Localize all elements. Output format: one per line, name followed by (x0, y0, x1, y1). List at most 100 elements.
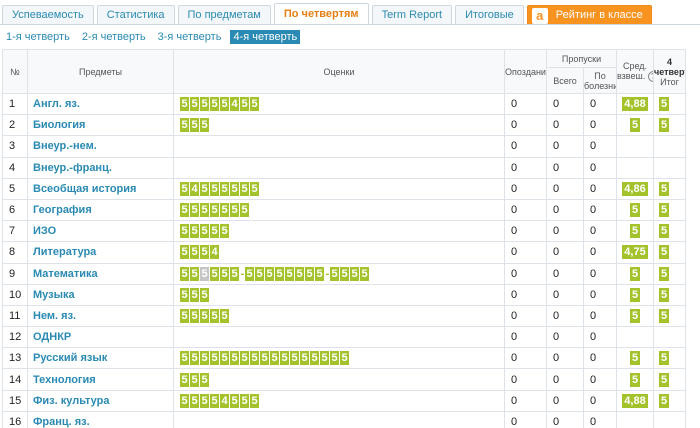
grade-mark[interactable]: 5 (265, 266, 274, 281)
grade-mark[interactable]: 5 (230, 351, 239, 366)
grade-mark[interactable]: 5 (190, 393, 199, 408)
grade-mark[interactable]: 5 (255, 266, 264, 281)
grade-mark[interactable]: 5 (220, 203, 229, 218)
subject-link[interactable]: География (27, 198, 174, 222)
grade-mark[interactable]: 5 (210, 393, 219, 408)
grade-mark[interactable]: 4 (230, 97, 239, 112)
quarter-link-2[interactable]: 2-я четверть (82, 30, 146, 44)
subject-link[interactable]: ИЗО (27, 220, 174, 243)
grade-mark[interactable]: 5 (330, 266, 339, 281)
grade-mark[interactable]: 5 (340, 266, 349, 281)
grade-mark[interactable]: 5 (210, 308, 219, 323)
subject-link[interactable]: Литература (27, 241, 174, 264)
grade-mark[interactable]: 5 (245, 266, 254, 281)
grade-mark[interactable]: 5 (290, 351, 299, 366)
grade-mark[interactable]: 5 (190, 203, 199, 218)
grade-mark[interactable]: 5 (200, 181, 209, 196)
grade-mark[interactable]: 5 (295, 266, 304, 281)
grade-mark[interactable]: 5 (190, 118, 199, 133)
grade-mark[interactable]: 5 (240, 351, 249, 366)
grade-mark[interactable]: 5 (200, 97, 209, 112)
grade-mark[interactable]: 5 (285, 266, 294, 281)
grade-mark[interactable]: 5 (230, 393, 239, 408)
grade-mark[interactable]: 5 (200, 308, 209, 323)
subject-link[interactable]: Всеобщая история (27, 177, 174, 200)
tab-6[interactable]: Итоговые (455, 5, 524, 25)
rating-tab[interactable]: a Рейтинг в классе (526, 5, 652, 25)
grade-mark[interactable]: 5 (310, 351, 319, 366)
subject-link[interactable]: Внеур.-нем. (27, 135, 174, 158)
grade-mark[interactable]: 5 (210, 181, 219, 196)
grade-mark[interactable]: 5 (210, 266, 219, 281)
grade-mark[interactable]: 5 (240, 181, 249, 196)
grade-mark[interactable]: 5 (190, 224, 199, 239)
grade-mark[interactable]: 5 (190, 287, 199, 302)
subject-link[interactable]: Биология (27, 114, 174, 137)
grade-mark[interactable]: 5 (200, 118, 209, 133)
grade-mark[interactable]: 5 (200, 372, 209, 387)
grade-mark[interactable]: 5 (210, 351, 219, 366)
grade-mark[interactable]: 5 (180, 203, 189, 218)
grade-mark[interactable]: 5 (220, 308, 229, 323)
grade-mark[interactable]: 5 (190, 351, 199, 366)
tab-3[interactable]: По предметам (177, 5, 271, 25)
grade-mark[interactable]: 4 (220, 393, 229, 408)
grade-mark[interactable]: 5 (220, 266, 229, 281)
subject-link[interactable]: Франц. яз. (27, 410, 174, 428)
grade-mark[interactable]: 5 (200, 245, 209, 260)
tab-1[interactable]: Успеваемость (2, 5, 94, 25)
subject-link[interactable]: ОДНКР (27, 326, 174, 349)
subject-link[interactable]: Музыка (27, 283, 174, 306)
subject-link[interactable]: Нем. яз. (27, 304, 174, 328)
grade-mark[interactable]: 5 (240, 97, 249, 112)
grade-mark[interactable]: 5 (220, 224, 229, 239)
grade-mark[interactable]: 5 (220, 351, 229, 366)
grade-mark[interactable]: 5 (330, 351, 339, 366)
grade-mark[interactable]: 5 (360, 266, 369, 281)
grade-mark[interactable]: 5 (270, 351, 279, 366)
grade-mark[interactable]: 5 (180, 393, 189, 408)
subject-link[interactable]: Технология (27, 368, 174, 391)
grade-mark[interactable]: 5 (190, 372, 199, 387)
subject-link[interactable]: Физ. культура (27, 389, 174, 412)
grade-mark[interactable]: 5 (180, 287, 189, 302)
subject-link[interactable]: Внеур.-франц. (27, 156, 174, 179)
grade-mark[interactable]: 5 (260, 351, 269, 366)
grade-mark[interactable]: 5 (200, 351, 209, 366)
grade-mark[interactable]: 5 (200, 393, 209, 408)
tab-4[interactable]: По четвертям (273, 3, 369, 25)
grade-mark[interactable]: 5 (190, 266, 199, 281)
grade-mark[interactable]: 5 (230, 266, 239, 281)
grade-mark[interactable]: 5 (250, 181, 259, 196)
grade-mark[interactable]: 5 (190, 97, 199, 112)
grade-mark[interactable]: 5 (210, 224, 219, 239)
grade-mark[interactable]: 5 (220, 97, 229, 112)
grade-mark[interactable]: 4 (210, 245, 219, 260)
grade-mark[interactable]: 5 (280, 351, 289, 366)
tab-5[interactable]: Term Report (371, 5, 453, 25)
grade-mark[interactable]: 5 (305, 266, 314, 281)
grade-mark[interactable]: 5 (180, 118, 189, 133)
grade-mark[interactable]: 5 (210, 97, 219, 112)
grade-mark[interactable]: 5 (200, 287, 209, 302)
grade-mark[interactable]: 5 (210, 203, 219, 218)
grade-mark[interactable]: 5 (200, 266, 209, 281)
grade-mark[interactable]: 5 (350, 266, 359, 281)
grade-mark[interactable]: 5 (250, 393, 259, 408)
quarter-link-3[interactable]: 3-я четверть (158, 30, 222, 44)
quarter-link-1[interactable]: 1-я четверть (6, 30, 70, 44)
grade-mark[interactable]: 5 (250, 97, 259, 112)
subject-link[interactable]: Англ. яз. (27, 92, 174, 116)
grade-mark[interactable]: 5 (190, 308, 199, 323)
grade-mark[interactable]: 5 (180, 372, 189, 387)
grade-mark[interactable]: 5 (240, 203, 249, 218)
grade-mark[interactable]: 5 (230, 181, 239, 196)
grade-mark[interactable]: 5 (240, 393, 249, 408)
subject-link[interactable]: Русский язык (27, 347, 174, 370)
grade-mark[interactable]: 5 (200, 224, 209, 239)
grade-mark[interactable]: 5 (180, 97, 189, 112)
subject-link[interactable]: Математика (27, 262, 174, 285)
help-icon[interactable]: ? (647, 71, 653, 83)
grade-mark[interactable]: 5 (180, 245, 189, 260)
grade-mark[interactable]: 5 (180, 351, 189, 366)
